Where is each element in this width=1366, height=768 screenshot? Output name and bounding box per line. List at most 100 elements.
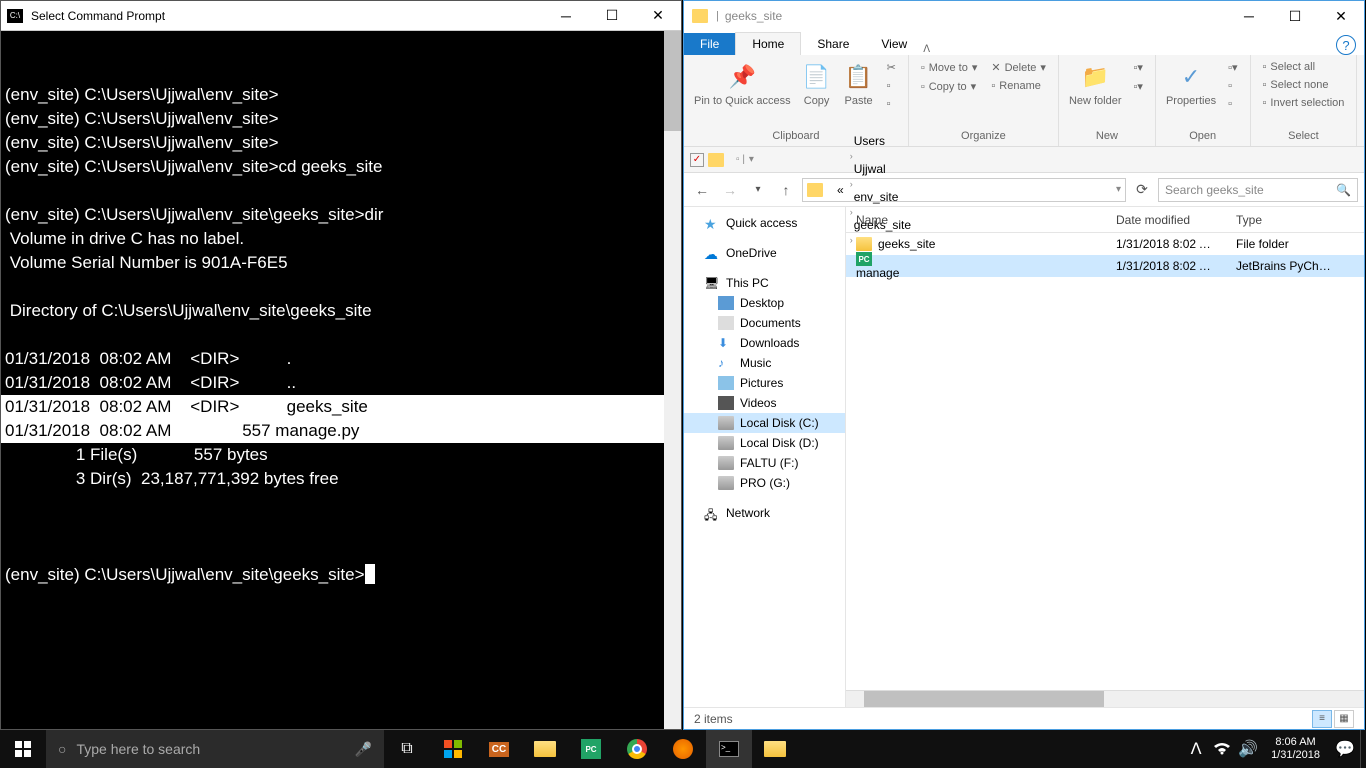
- maximize-button[interactable]: ☐: [589, 1, 635, 31]
- close-button[interactable]: ✕: [635, 1, 681, 31]
- nav-quick-access[interactable]: Quick access: [684, 213, 845, 233]
- taskbar-app-cmd-active[interactable]: >_: [706, 730, 752, 768]
- col-name[interactable]: Name: [846, 213, 1106, 227]
- recent-dropdown[interactable]: ▾: [746, 178, 770, 202]
- copy-to-button[interactable]: ▫ Copy to ▾: [917, 78, 982, 95]
- history-icon[interactable]: ▫: [1224, 96, 1241, 112]
- address-bar[interactable]: « Users›Ujjwal›env_site›geeks_site› ▾: [802, 178, 1126, 202]
- cmd-line: Volume in drive C has no label.: [1, 227, 681, 251]
- nav-documents[interactable]: Documents: [684, 313, 845, 333]
- move-to-button[interactable]: ▫ Move to ▾: [917, 59, 982, 76]
- task-view-button[interactable]: ⧉: [384, 730, 430, 768]
- volume-icon[interactable]: 🔊: [1235, 730, 1261, 768]
- easy-access-icon[interactable]: ▫▾: [1130, 78, 1147, 95]
- nav-this-pc[interactable]: This PC: [684, 273, 845, 293]
- breadcrumb-segment[interactable]: Users: [850, 134, 915, 148]
- nav-drive-d[interactable]: Local Disk (D:): [684, 433, 845, 453]
- minimize-button[interactable]: ─: [1226, 1, 1272, 31]
- delete-button[interactable]: ✕ Delete ▾: [987, 59, 1050, 76]
- rename-button[interactable]: ▫ Rename: [987, 78, 1050, 94]
- folder-icon[interactable]: [708, 153, 724, 167]
- properties-button[interactable]: ✓Properties: [1164, 59, 1218, 109]
- file-list[interactable]: geeks_site1/31/2018 8:02 AMFile folderPC…: [846, 233, 1364, 690]
- nav-pictures[interactable]: Pictures: [684, 373, 845, 393]
- address-dropdown-icon[interactable]: ▾: [1116, 184, 1121, 195]
- pc-icon: [704, 276, 720, 290]
- nav-onedrive[interactable]: OneDrive: [684, 243, 845, 263]
- wifi-icon[interactable]: [1209, 730, 1235, 768]
- taskbar-app-chrome[interactable]: [614, 730, 660, 768]
- pin-button[interactable]: 📌Pin to Quick access: [692, 59, 793, 109]
- start-button[interactable]: [0, 730, 46, 768]
- show-desktop-button[interactable]: [1360, 730, 1366, 768]
- nav-videos[interactable]: Videos: [684, 393, 845, 413]
- nav-desktop[interactable]: Desktop: [684, 293, 845, 313]
- nav-drive-f[interactable]: FALTU (F:): [684, 453, 845, 473]
- drive-icon: [718, 476, 734, 490]
- new-item-icon[interactable]: ▫▾: [1130, 59, 1147, 76]
- nav-downloads[interactable]: ⬇Downloads: [684, 333, 845, 353]
- qat-check-icon[interactable]: ✓: [690, 153, 704, 167]
- copy-path-icon[interactable]: ▫: [883, 78, 900, 94]
- cmd-body[interactable]: (env_site) C:\Users\Ujjwal\env_site>(env…: [1, 31, 681, 729]
- taskbar-app-explorer[interactable]: [522, 730, 568, 768]
- details-view-button[interactable]: ≡: [1312, 710, 1332, 728]
- cmd-line: (env_site) C:\Users\Ujjwal\env_site>: [1, 107, 681, 131]
- cut-icon[interactable]: ✂: [883, 59, 900, 76]
- taskbar-app-cc[interactable]: CC: [476, 730, 522, 768]
- paste-button[interactable]: 📋Paste: [841, 59, 877, 109]
- taskbar-search[interactable]: ○ Type here to search 🎤: [46, 730, 384, 768]
- scrollbar[interactable]: [664, 31, 681, 729]
- collapse-ribbon-icon[interactable]: ᐱ: [923, 44, 930, 55]
- taskbar-app-store[interactable]: [430, 730, 476, 768]
- search-box[interactable]: Search geeks_site 🔍: [1158, 178, 1358, 202]
- nav-drive-g[interactable]: PRO (G:): [684, 473, 845, 493]
- taskbar-clock[interactable]: 8:06 AM 1/31/2018: [1261, 736, 1330, 762]
- select-all-button[interactable]: ▫ Select all: [1259, 59, 1349, 75]
- select-none-button[interactable]: ▫ Select none: [1259, 77, 1349, 93]
- status-bar: 2 items ≡ ▦: [684, 707, 1364, 729]
- new-folder-button[interactable]: 📁New folder: [1067, 59, 1124, 109]
- horizontal-scrollbar[interactable]: [846, 690, 1364, 707]
- tab-view[interactable]: View: [865, 33, 923, 55]
- icons-view-button[interactable]: ▦: [1334, 710, 1354, 728]
- file-row[interactable]: PCmanage1/31/2018 8:02 AMJetBrains PyCha…: [846, 255, 1364, 277]
- folder-icon: [856, 237, 872, 251]
- up-button[interactable]: ↑: [774, 178, 798, 202]
- ribbon: 📌Pin to Quick access 📄Copy 📋Paste ✂ ▫ ▫ …: [684, 55, 1364, 147]
- forward-button[interactable]: →: [718, 178, 742, 202]
- taskbar-app-firefox[interactable]: [660, 730, 706, 768]
- open-icon[interactable]: ▫▾: [1224, 59, 1241, 76]
- taskbar: ○ Type here to search 🎤 ⧉ CC PC >_ ᐱ 🔊 8…: [0, 730, 1366, 768]
- paste-shortcut-icon[interactable]: ▫: [883, 96, 900, 112]
- tab-share[interactable]: Share: [801, 33, 865, 55]
- notifications-icon[interactable]: 💬: [1330, 730, 1360, 768]
- help-icon[interactable]: ?: [1336, 35, 1356, 55]
- tab-file[interactable]: File: [684, 33, 735, 55]
- minimize-button[interactable]: ─: [543, 1, 589, 31]
- tab-home[interactable]: Home: [735, 32, 801, 55]
- nav-network[interactable]: Network: [684, 503, 845, 523]
- breadcrumb-segment[interactable]: Ujjwal: [850, 162, 915, 176]
- copy-button[interactable]: 📄Copy: [799, 59, 835, 109]
- nav-music[interactable]: ♪Music: [684, 353, 845, 373]
- cloud-icon: [704, 246, 720, 260]
- taskbar-app-explorer-open[interactable]: [752, 730, 798, 768]
- close-button[interactable]: ✕: [1318, 1, 1364, 31]
- invert-selection-button[interactable]: ▫ Invert selection: [1259, 95, 1349, 111]
- back-button[interactable]: ←: [690, 178, 714, 202]
- taskbar-app-pycharm[interactable]: PC: [568, 730, 614, 768]
- refresh-button[interactable]: ⟳: [1130, 178, 1154, 202]
- col-date[interactable]: Date modified: [1106, 213, 1226, 227]
- edit-icon[interactable]: ▫: [1224, 78, 1241, 94]
- nav-drive-c[interactable]: Local Disk (C:): [684, 413, 845, 433]
- qat-dropdown-icon[interactable]: ▾: [749, 154, 754, 165]
- breadcrumb-root[interactable]: «: [833, 183, 848, 197]
- cmd-titlebar[interactable]: C:\ Select Command Prompt ─ ☐ ✕: [1, 1, 681, 31]
- breadcrumb-segment[interactable]: env_site: [850, 190, 915, 204]
- star-icon: [704, 216, 720, 230]
- maximize-button[interactable]: ☐: [1272, 1, 1318, 31]
- tray-chevron-icon[interactable]: ᐱ: [1183, 730, 1209, 768]
- explorer-titlebar[interactable]: | geeks_site ─ ☐ ✕: [684, 1, 1364, 31]
- col-type[interactable]: Type: [1226, 213, 1346, 227]
